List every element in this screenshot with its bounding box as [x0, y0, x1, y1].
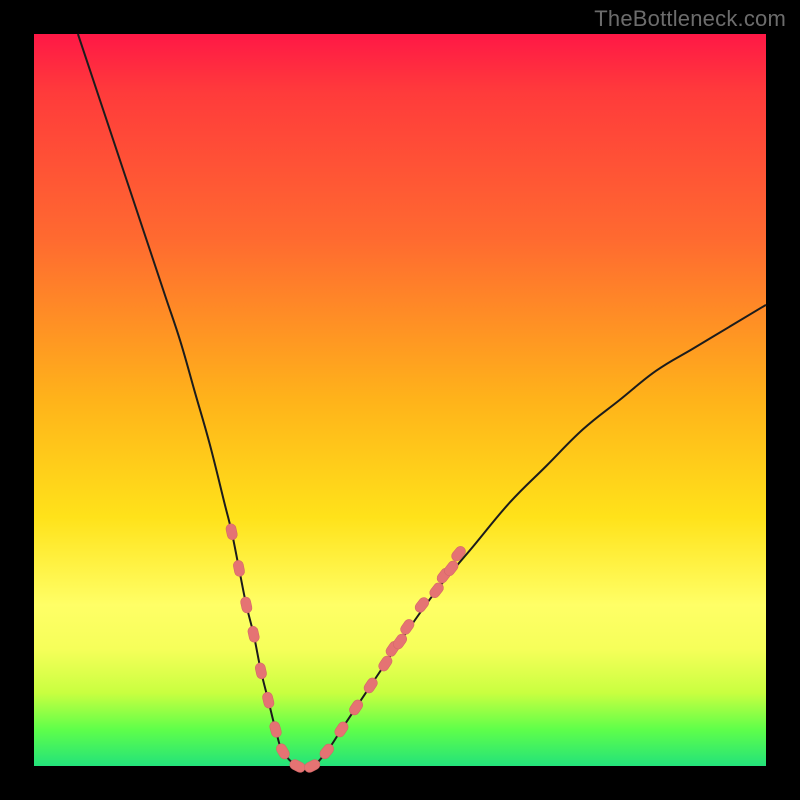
curve-marker: [362, 676, 379, 695]
curve-marker: [261, 691, 275, 709]
watermark-text: TheBottleneck.com: [594, 6, 786, 32]
curve-marker: [247, 625, 260, 643]
curve-svg: [34, 34, 766, 766]
bottleneck-curve: [78, 34, 766, 768]
plot-area: [34, 34, 766, 766]
curve-marker: [399, 617, 416, 636]
curve-marker: [450, 544, 468, 563]
curve-marker: [269, 720, 283, 738]
curve-marker: [225, 523, 238, 541]
curve-marker: [347, 698, 364, 717]
marker-group: [225, 523, 467, 774]
curve-marker: [232, 560, 245, 578]
curve-marker: [240, 596, 253, 614]
chart-frame: TheBottleneck.com: [0, 0, 800, 800]
curve-marker: [254, 662, 267, 680]
curve-marker: [333, 720, 350, 739]
curve-marker: [413, 596, 431, 615]
curve-marker: [377, 654, 394, 673]
